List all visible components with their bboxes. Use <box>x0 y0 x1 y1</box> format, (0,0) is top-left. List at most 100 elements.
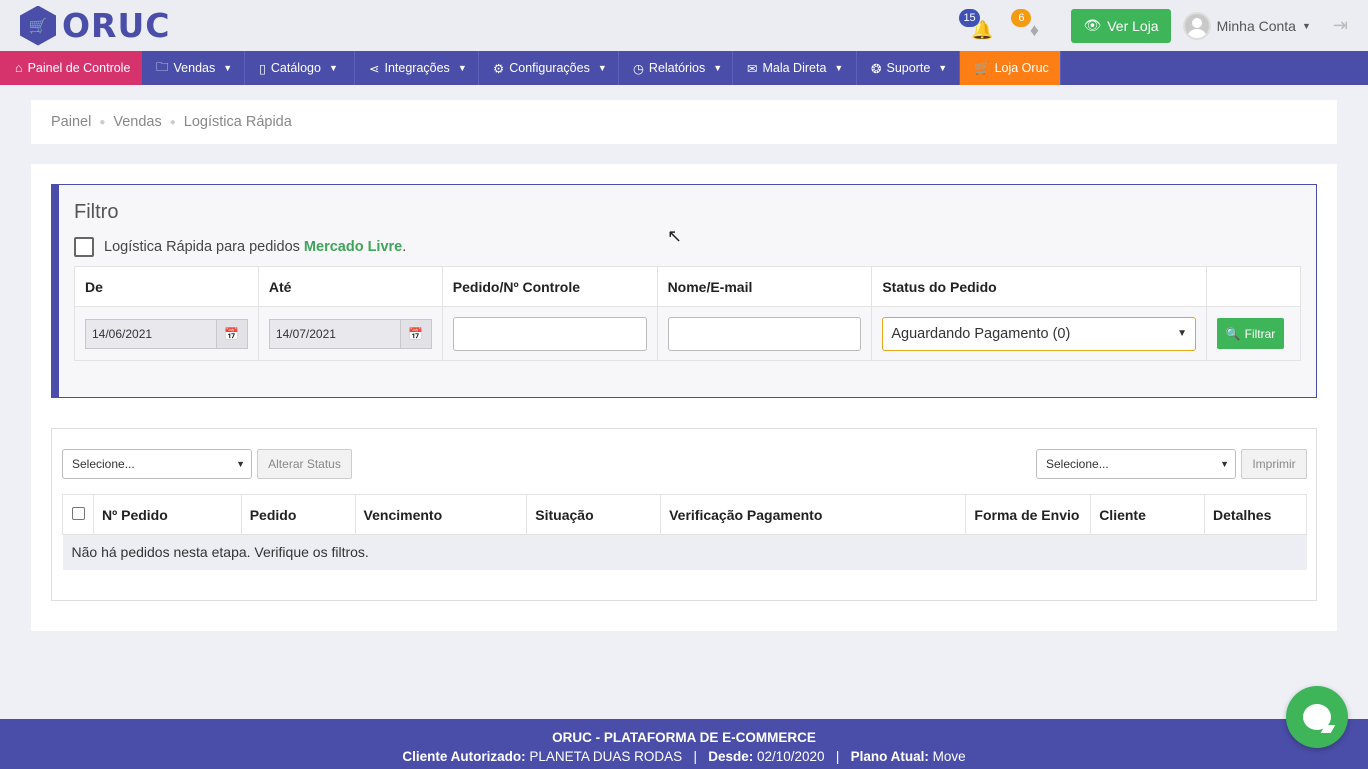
orders-table: Nº Pedido Pedido Vencimento Situação Ver… <box>62 494 1307 570</box>
main-nav: ⌂ Painel de Controle 🗀 Vendas ▼ ▯ Catálo… <box>0 51 1368 85</box>
chevron-down-icon: ▼ <box>1177 328 1187 339</box>
col-details[interactable]: Detalhes <box>1204 494 1307 535</box>
bulk-status-value: Selecione... <box>72 457 135 471</box>
chevron-down-icon: ▼ <box>713 63 723 73</box>
logout-icon[interactable]: ⇥ <box>1333 15 1348 36</box>
client-name: PLANETA DUAS RODAS <box>529 749 683 764</box>
orders-panel: Selecione... ▼ Alterar Status Selecione.… <box>51 428 1317 601</box>
mercado-livre-brand: Mercado Livre <box>303 239 403 255</box>
logo[interactable]: 🛒 ORUC <box>20 5 171 46</box>
select-all-checkbox[interactable] <box>72 506 85 520</box>
table-row: Não há pedidos nesta etapa. Verifique os… <box>62 534 1307 570</box>
footer-title: ORUC - PLATAFORMA DE E-COMMERCE <box>552 730 816 745</box>
cart-icon: 🛒 <box>20 5 56 46</box>
breadcrumb-item-vendas[interactable]: Vendas <box>113 114 161 130</box>
col-order-number[interactable]: Nº Pedido <box>93 494 242 535</box>
notifications-badge: 15 <box>959 8 980 27</box>
filter-table: De Até Pedido/Nº Controle Nome/E-mail St… <box>74 266 1302 361</box>
order-status-select[interactable]: Aguardando Pagamento (0) ▼ <box>882 316 1196 351</box>
col-due-date[interactable]: Vencimento <box>354 494 528 535</box>
avatar <box>1182 11 1211 40</box>
nav-item-painel[interactable]: ⌂ Painel de Controle <box>0 51 142 85</box>
chart-icon: ◷ <box>633 61 644 76</box>
chevron-down-icon: ▼ <box>834 63 844 73</box>
breadcrumb-separator: ● <box>169 116 176 128</box>
chevron-down-icon: ▼ <box>597 63 607 73</box>
top-header: 🛒 ORUC 15 🔔 6 ♦ 👁 Ver Loja Minha Conta ▼… <box>0 0 1368 51</box>
print-option-value: Selecione... <box>1046 457 1109 471</box>
breadcrumb-separator: ● <box>99 116 106 128</box>
nav-item-label: Loja Oruc <box>994 61 1049 75</box>
filter-button-label: Filtrar <box>1244 326 1276 341</box>
nav-item-label: Vendas <box>173 61 216 75</box>
change-status-button[interactable]: Alterar Status <box>257 449 352 479</box>
calendar-icon[interactable]: 📅 <box>215 318 248 349</box>
nav-item-label: Suporte <box>886 61 931 75</box>
lifebuoy-icon: ❂ <box>871 61 882 76</box>
date-to-field[interactable]: 14/07/2021 📅 <box>268 318 432 349</box>
chevron-down-icon: ▼ <box>328 63 338 73</box>
order-number-input[interactable] <box>452 316 647 351</box>
tags-badge: 6 <box>1011 8 1032 27</box>
breadcrumb-item-painel[interactable]: Painel <box>51 114 91 130</box>
nav-item-loja-oruc[interactable]: 🛒 Loja Oruc <box>960 51 1061 85</box>
tag-icon: ♦ <box>1029 19 1040 40</box>
date-from-input[interactable]: 14/06/2021 <box>85 318 216 349</box>
print-option-select[interactable]: Selecione... ▼ <box>1036 449 1236 479</box>
mouse-cursor-icon: ↖ <box>667 226 683 246</box>
nav-item-integracoes[interactable]: ⋖ Integrações ▼ <box>355 51 479 85</box>
date-to-input[interactable]: 14/07/2021 <box>268 318 400 349</box>
footer: ORUC - PLATAFORMA DE E-COMMERCE Cliente … <box>0 719 1368 769</box>
col-name: Nome/E-mail <box>656 266 873 307</box>
nav-item-relatorios[interactable]: ◷ Relatórios ▼ <box>619 51 733 85</box>
nav-item-mala-direta[interactable]: ✉ Mala Direta ▼ <box>733 51 857 85</box>
order-status-value: Aguardando Pagamento (0) <box>891 325 1071 342</box>
chevron-down-icon: ▼ <box>223 63 233 73</box>
chevron-down-icon: ▼ <box>938 63 948 73</box>
filter-button[interactable]: 🔍 Filtrar <box>1216 318 1284 349</box>
print-button[interactable]: Imprimir <box>1241 449 1307 479</box>
nav-item-vendas[interactable]: 🗀 Vendas ▼ <box>142 51 245 85</box>
nav-item-label: Mala Direta <box>762 61 827 75</box>
col-client[interactable]: Cliente <box>1090 494 1206 535</box>
nav-item-label: Configurações <box>509 61 590 75</box>
home-icon: ⌂ <box>15 61 23 75</box>
account-menu[interactable]: Minha Conta ▼ <box>1182 11 1311 40</box>
book-icon: ▯ <box>259 61 266 76</box>
col-order[interactable]: Pedido <box>240 494 356 535</box>
view-store-button[interactable]: 👁 Ver Loja <box>1071 8 1171 43</box>
date-from-field[interactable]: 14/06/2021 📅 <box>85 318 248 349</box>
share-icon: ⋖ <box>369 61 380 76</box>
notifications-button[interactable]: 15 🔔 <box>959 8 997 41</box>
calendar-icon[interactable]: 📅 <box>399 318 432 349</box>
nav-item-label: Relatórios <box>648 61 706 75</box>
col-payment-check[interactable]: Verificação Pagamento <box>660 494 967 535</box>
mercado-livre-checkbox[interactable] <box>74 237 94 257</box>
bulk-status-select[interactable]: Selecione... ▼ <box>62 449 252 479</box>
chat-icon <box>1303 704 1331 730</box>
nav-item-label: Integrações <box>384 61 450 75</box>
col-shipping[interactable]: Forma de Envio <box>965 494 1092 535</box>
nav-item-label: Painel de Controle <box>27 61 131 75</box>
logo-text: ORUC <box>62 6 171 45</box>
chat-button[interactable] <box>1286 686 1348 748</box>
tags-button[interactable]: 6 ♦ <box>1011 8 1049 41</box>
chevron-down-icon: ▼ <box>236 459 245 469</box>
footer-info: Cliente Autorizado: PLANETA DUAS RODAS |… <box>402 749 966 764</box>
col-situation[interactable]: Situação <box>526 494 662 535</box>
since-date: 02/10/2020 <box>756 749 825 764</box>
table-header-row: Nº Pedido Pedido Vencimento Situação Ver… <box>62 494 1307 535</box>
chevron-down-icon: ▼ <box>1220 459 1229 469</box>
plan-name: Move <box>932 749 966 764</box>
name-email-input[interactable] <box>667 316 862 351</box>
nav-item-catalogo[interactable]: ▯ Catálogo ▼ <box>245 51 355 85</box>
main-card: Filtro Logística Rápida para pedidos Mer… <box>31 164 1337 631</box>
chevron-down-icon: ▼ <box>457 63 467 73</box>
chevron-down-icon: ▼ <box>1301 20 1311 31</box>
mail-icon: ✉ <box>747 61 758 76</box>
nav-item-configuracoes[interactable]: ⚙ Configurações ▼ <box>479 51 619 85</box>
col-action <box>1205 266 1302 307</box>
nav-item-suporte[interactable]: ❂ Suporte ▼ <box>857 51 960 85</box>
mercado-livre-label: Logística Rápida para pedidos Mercado Li… <box>104 239 407 255</box>
search-icon: 🔍 <box>1225 326 1241 341</box>
